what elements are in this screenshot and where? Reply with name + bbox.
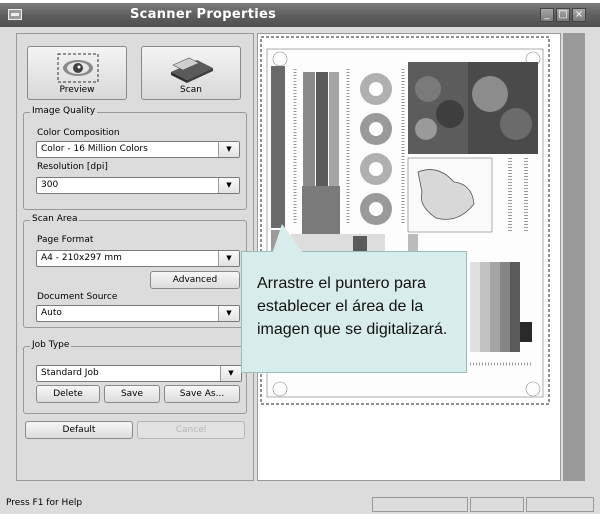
eye-preview-icon [57,53,99,83]
scanner-properties-window: Scanner Properties _ □ × Preview Scan Im… [0,3,600,514]
page-format-label: Page Format [37,235,94,245]
document-source-label: Document Source [37,292,118,302]
resolution-label: Resolution [dpi] [37,162,108,172]
status-panel [372,497,468,512]
scan-area-group: Scan Area Page Format A4 - 210x297 mm ▼ … [23,214,247,328]
close-icon[interactable]: × [572,8,586,22]
resolution-value: 300 [41,180,59,190]
save-as-button[interactable]: Save As... [164,385,240,403]
status-text: Press F1 for Help [6,498,83,508]
maximize-icon[interactable]: □ [556,8,570,22]
dropdown-arrow-icon[interactable]: ▼ [218,306,239,321]
image-quality-legend: Image Quality [30,106,98,116]
window-title: Scanner Properties [130,7,277,22]
job-type-group: Job Type Standard Job ▼ Delete Save Save… [23,340,247,414]
dropdown-arrow-icon[interactable]: ▼ [218,142,239,157]
color-composition-label: Color Composition [37,128,120,138]
status-bar: Press F1 for Help [0,488,600,514]
job-type-legend: Job Type [30,340,72,350]
preview-button[interactable]: Preview [27,46,127,100]
title-bar[interactable]: Scanner Properties _ □ × [0,3,600,27]
save-button[interactable]: Save [104,385,160,403]
color-composition-value: Color - 16 Million Colors [41,144,148,154]
dropdown-arrow-icon[interactable]: ▼ [218,251,239,266]
default-button[interactable]: Default [25,421,133,439]
status-panel [470,497,524,512]
page-format-select[interactable]: A4 - 210x297 mm ▼ [36,250,240,267]
job-type-select[interactable]: Standard Job ▼ [36,365,242,382]
scan-area-legend: Scan Area [30,214,80,224]
document-source-select[interactable]: Auto ▼ [36,305,240,322]
status-panel [526,497,594,512]
scanner-icon [171,57,213,83]
instruction-callout: Arrastre el puntero para establecer el á… [241,224,467,373]
minimize-icon[interactable]: _ [540,8,554,22]
preview-label: Preview [59,85,95,95]
color-composition-select[interactable]: Color - 16 Million Colors ▼ [36,141,240,158]
dropdown-arrow-icon[interactable]: ▼ [218,178,239,193]
callout-pointer [272,224,304,254]
job-type-value: Standard Job [41,368,99,378]
delete-button[interactable]: Delete [36,385,100,403]
settings-panel: Preview Scan Image Quality Color Composi… [16,33,254,481]
cancel-button: Cancel [137,421,245,439]
page-format-value: A4 - 210x297 mm [41,253,122,263]
resolution-select[interactable]: 300 ▼ [36,177,240,194]
image-quality-group: Image Quality Color Composition Color - … [23,106,247,210]
document-source-value: Auto [41,308,62,318]
advanced-button[interactable]: Advanced [150,271,240,289]
dropdown-arrow-icon[interactable]: ▼ [220,366,241,381]
scan-button[interactable]: Scan [141,46,241,100]
app-icon[interactable] [8,9,22,20]
preview-scrollbar[interactable] [563,33,585,481]
scan-label: Scan [180,85,202,95]
callout-text: Arrastre el puntero para establecer el á… [257,275,448,338]
